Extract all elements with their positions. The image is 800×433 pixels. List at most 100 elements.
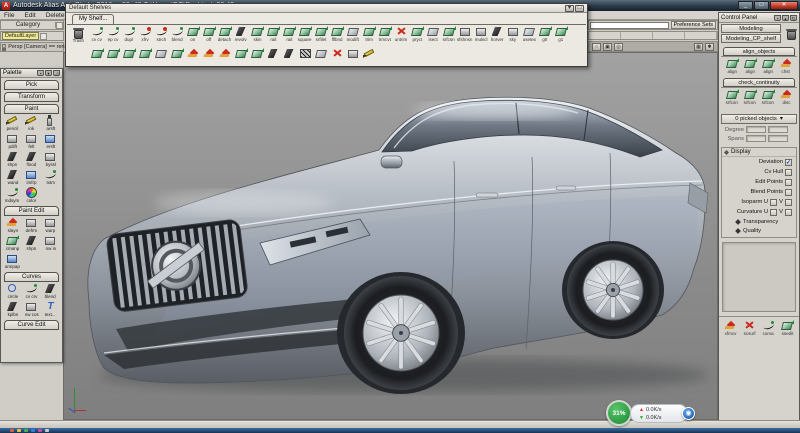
layer-visibility-toggle[interactable] [40, 33, 47, 40]
shelf2-tool-14-tool[interactable] [313, 48, 329, 59]
palette-tool-shpn[interactable]: shpn [22, 234, 41, 252]
prompt-input[interactable] [590, 22, 669, 29]
shelf-tool-detach[interactable]: detach [217, 26, 233, 43]
palette-tool-wand[interactable]: wand [3, 168, 22, 186]
shelf-tool-trmcvt[interactable]: trmcvt [377, 26, 393, 43]
picked-objects-dropdown[interactable]: 0 picked objects▾ [721, 114, 797, 124]
shelf2-tool-10-tool[interactable] [249, 48, 265, 59]
palette-tab-paint-edit[interactable]: Paint Edit [4, 206, 59, 216]
cp-collapse-icon[interactable]: ▴ [782, 15, 789, 21]
shelf2-tool-16-tool[interactable] [345, 48, 361, 59]
palette-tool-pdift[interactable]: pdift [3, 132, 22, 150]
shelf-tool-cv-cv[interactable]: cv cv [89, 26, 105, 43]
shelf2-tool-13-tool[interactable] [297, 48, 313, 59]
taskbar-app-icon-2[interactable] [24, 429, 28, 432]
widget-app-icon[interactable]: ◉ [682, 407, 695, 420]
palette-tool-defrm[interactable]: defrm [22, 216, 41, 234]
cp-tab-align_objects[interactable]: align_objects [723, 47, 795, 56]
layout-icon[interactable]: ▦ [694, 43, 703, 51]
cp-trash[interactable] [783, 23, 799, 44]
close-button[interactable]: ✕ [770, 1, 798, 10]
palette-tool-cmanp[interactable]: cmanp [3, 234, 22, 252]
shelf-tool-square[interactable]: square [297, 26, 313, 43]
category-dropdown[interactable]: Category [0, 20, 64, 30]
shelf-tool-on[interactable]: on [185, 26, 201, 43]
palette-tool-circle[interactable]: circle [3, 282, 22, 300]
perspective-viewport[interactable] [63, 52, 718, 420]
shelf-tool-mulscl[interactable]: mulscl [473, 26, 489, 43]
shelf2-tool-4-tool[interactable] [153, 48, 169, 59]
cp-mode-select[interactable]: Modeling [721, 24, 781, 33]
cp-bottom-tool-ssedit[interactable]: ssedit [778, 320, 797, 337]
trash-tool[interactable]: Trash [67, 25, 89, 65]
gear-icon[interactable]: ✱ [705, 43, 714, 51]
curvature-u-checkbox[interactable] [770, 209, 777, 216]
palette-tool-annpap[interactable]: annpap [3, 252, 22, 270]
shelf-tool-usetex[interactable]: usetex [521, 26, 537, 43]
shelf2-tool-11-tool[interactable] [265, 48, 281, 59]
shade-icon[interactable]: ▣ [603, 43, 612, 51]
net-speed-widget[interactable]: 31% ▲0.0K/s ▼0.0K/s ◉ [606, 400, 706, 428]
edit-points-checkbox[interactable] [785, 179, 792, 186]
palette-collapse-icon[interactable]: ▾ [45, 70, 52, 76]
palette-tab-transform[interactable]: Transform [4, 92, 59, 102]
palette-tab-pick[interactable]: Pick [4, 80, 59, 90]
shelf-tool-srfilet[interactable]: srfilet [313, 26, 329, 43]
palette-tool-mdsym[interactable]: mdsym [3, 186, 22, 204]
shelf2-tool-0-tool[interactable] [89, 48, 105, 59]
shelf2-tool-6-tool[interactable] [185, 48, 201, 59]
cp-shelf-select[interactable]: Modeling_CP_shelf [721, 34, 781, 43]
palette-pin-icon[interactable]: ▪ [37, 70, 44, 76]
shelf-tool-rail[interactable]: rail [265, 26, 281, 43]
shelf-tool-skin[interactable]: skin [249, 26, 265, 43]
shelf-tool-fflbnd[interactable]: fflbnd [329, 26, 345, 43]
shelf-tool-xfrv[interactable]: xfrv [137, 26, 153, 43]
cp-tool-chst[interactable]: chst [777, 58, 795, 75]
shelves-title-bar[interactable]: Default Shelves ▾ □ [66, 4, 587, 13]
shelf-tool-pryct[interactable]: pryct [409, 26, 425, 43]
shelf-tool-trim[interactable]: trim [361, 26, 377, 43]
palette-tool-text-[interactable]: text... [41, 300, 60, 318]
shelf-tool-srfcsn[interactable]: srfcsn [441, 26, 457, 43]
cp-bottom-tool-scsurf[interactable]: scsurf [740, 320, 759, 337]
palette-tool-flood[interactable]: flood [22, 150, 41, 168]
shelf2-tool-5-tool[interactable] [169, 48, 185, 59]
shelf2-tool-9-tool[interactable] [233, 48, 249, 59]
shelf-tool-rail[interactable]: rail [281, 26, 297, 43]
control-panel-header[interactable]: Control Panel ▪ ▴ ↻ [719, 13, 799, 23]
tab-my-shelf[interactable]: My Shelf... [72, 14, 114, 24]
palette-tool-pencil[interactable]: pencil [3, 114, 22, 132]
shelf-tool-g0[interactable]: g0 [537, 26, 553, 43]
shelf-tool-sfshnsn[interactable]: sfshnsn [457, 26, 473, 43]
shelf2-tool-1-tool[interactable] [105, 48, 121, 59]
windows-taskbar[interactable] [0, 428, 800, 433]
deviation-checkbox[interactable]: ✓ [785, 159, 792, 166]
shelf2-tool-17-tool[interactable] [361, 48, 377, 59]
taskbar-app-icon-4[interactable] [38, 429, 42, 432]
cp-tool-align[interactable]: align [723, 58, 741, 75]
palette-tool-kplbs[interactable]: kplbs [3, 300, 22, 318]
cp-dock-icon[interactable]: ▪ [774, 15, 781, 21]
palette-tool-blend[interactable]: blend [41, 282, 60, 300]
viewport-close-icon[interactable]: ✕ [2, 44, 6, 51]
maximize-button[interactable]: □ [754, 1, 769, 10]
palette-tool-txtm[interactable]: txtm [41, 168, 60, 186]
menu-edit[interactable]: Edit [24, 12, 35, 19]
cp-tool-align[interactable]: align [741, 58, 759, 75]
palette-title-bar[interactable]: Palette ▪ ▾ ◿ [1, 69, 62, 78]
shelf-tool-blend[interactable]: blend [169, 26, 185, 43]
shelf-tool-g1[interactable]: g1 [553, 26, 569, 43]
taskbar-app-icon-5[interactable] [45, 429, 49, 432]
shelf-tool-modift[interactable]: modift [345, 26, 361, 43]
palette-tool-shpn[interactable]: shpn [3, 150, 22, 168]
isoparm-u-checkbox[interactable] [770, 199, 777, 206]
degree-input-0[interactable] [746, 126, 766, 133]
category-menu-button[interactable] [56, 22, 63, 29]
palette-tab-curve-edit[interactable]: Curve Edit [4, 320, 59, 330]
cp-tool-disc[interactable]: disc [777, 89, 795, 106]
display-header[interactable]: Display [722, 148, 796, 157]
palette-tab-paint[interactable]: Paint [4, 104, 59, 114]
palette-close-icon[interactable]: ◿ [53, 70, 60, 76]
shelf2-tool-8-tool[interactable] [217, 48, 233, 59]
cp-bottom-tool-xfmcv[interactable]: xfmcv [721, 320, 740, 337]
